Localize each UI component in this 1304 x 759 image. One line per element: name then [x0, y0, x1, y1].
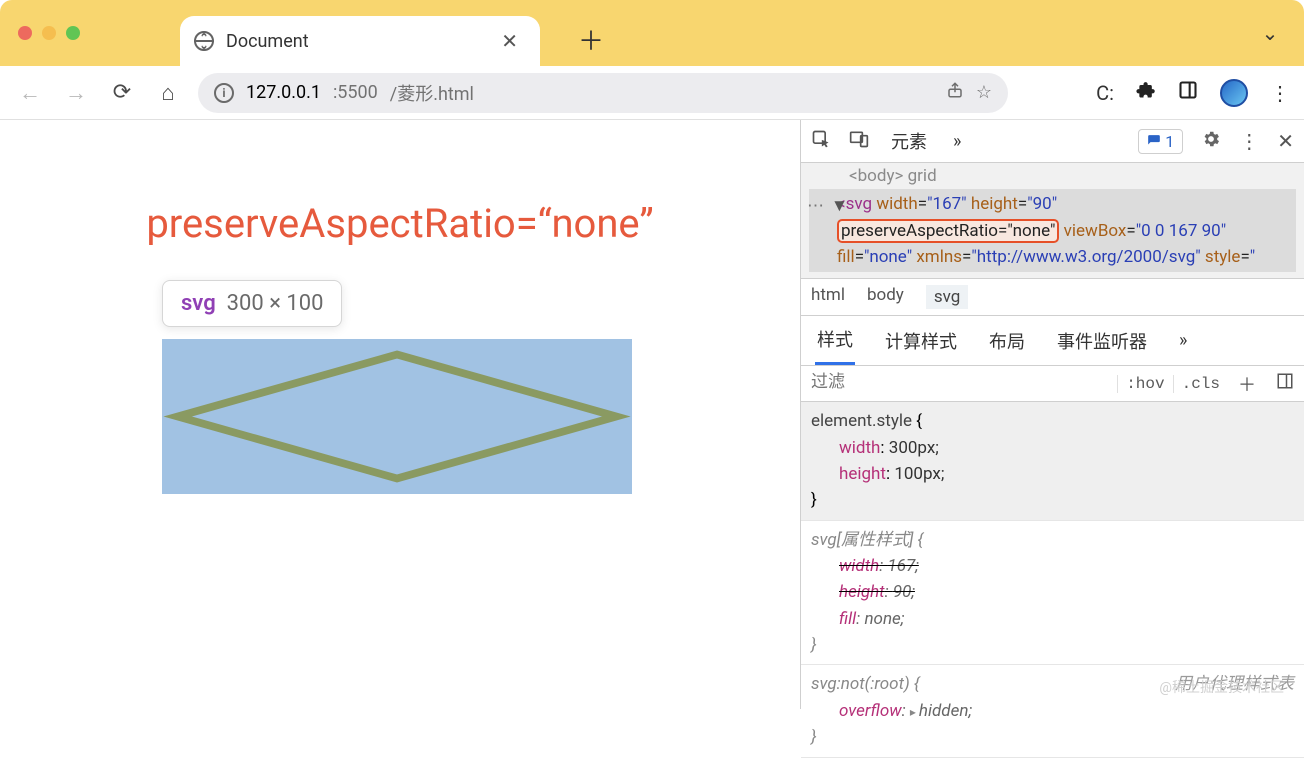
hov-toggle[interactable]: :hov — [1117, 375, 1172, 393]
ellipsis-icon[interactable]: ⋯ — [807, 193, 824, 219]
tab-elements[interactable]: 元素 — [887, 120, 931, 162]
new-tab-button[interactable]: ＋ — [578, 21, 604, 58]
issues-badge[interactable]: 1 — [1138, 129, 1183, 154]
side-panel-icon[interactable] — [1178, 80, 1198, 105]
minimize-window-dot[interactable] — [42, 26, 56, 40]
element-inspect-tooltip: svg 300 × 100 — [162, 280, 342, 327]
tooltip-dimensions: 300 × 100 — [227, 291, 324, 316]
cls-toggle[interactable]: .cls — [1173, 375, 1228, 393]
subtab-styles[interactable]: 样式 — [815, 316, 855, 365]
traffic-lights — [18, 26, 80, 40]
close-tab-icon[interactable]: ✕ — [493, 25, 526, 57]
extensions-puzzle-icon[interactable] — [1136, 80, 1156, 105]
browser-toolbar: ← → ⟳ ⌂ i 127.0.0.1 :5500/菱形.html ☆ C: ⋮ — [0, 66, 1304, 120]
styles-filter-input[interactable] — [801, 366, 1117, 401]
kebab-menu-icon[interactable]: ⋮ — [1270, 81, 1290, 105]
extension-c-icon[interactable]: C: — [1096, 81, 1114, 105]
devtools-topbar: 元素 » 1 ⋮ ✕ — [801, 120, 1304, 163]
url-path: /菱形.html — [390, 80, 474, 106]
tooltip-tagname: svg — [181, 291, 216, 316]
demo-headline: preserveAspectRatio=“none” — [0, 200, 800, 247]
devtools-close-icon[interactable]: ✕ — [1277, 129, 1294, 153]
tabs-overflow-chevron-icon[interactable]: ⌄ — [1246, 21, 1294, 45]
browser-tab[interactable]: Document ✕ — [180, 16, 540, 66]
subtab-computed[interactable]: 计算样式 — [883, 318, 959, 364]
caret-down-icon[interactable]: ▼ — [831, 193, 848, 219]
reload-button[interactable]: ⟳ — [106, 77, 138, 109]
bc-svg[interactable]: svg — [926, 285, 968, 309]
inspect-element-icon[interactable] — [811, 129, 831, 154]
bookmark-star-icon[interactable]: ☆ — [976, 82, 992, 103]
subtab-layout[interactable]: 布局 — [987, 318, 1027, 364]
forward-button[interactable]: → — [60, 77, 92, 109]
rule-element-style[interactable]: element.style { width: 300px; height: 10… — [801, 402, 1304, 520]
back-button[interactable]: ← — [14, 77, 46, 109]
rendered-page: preserveAspectRatio=“none” svg 300 × 100 — [0, 120, 800, 709]
dom-tree[interactable]: <body> grid ⋯ ▼ <svg width="167" height=… — [801, 163, 1304, 278]
site-info-icon[interactable]: i — [214, 83, 234, 103]
rule-svg-not-root[interactable]: 用户代理样式表 svg:not(:root) { overflow: ▸ hid… — [801, 665, 1304, 757]
bc-html[interactable]: html — [811, 285, 845, 309]
settings-gear-icon[interactable] — [1201, 129, 1221, 154]
css-rules: element.style { width: 300px; height: 10… — [801, 402, 1304, 757]
globe-icon — [194, 31, 214, 51]
demo-svg-rhombus[interactable] — [162, 339, 632, 494]
home-button[interactable]: ⌂ — [152, 77, 184, 109]
share-icon[interactable] — [946, 81, 964, 104]
address-bar[interactable]: i 127.0.0.1 :5500/菱形.html ☆ — [198, 73, 1008, 113]
highlighted-attr: preserveAspectRatio="none" — [837, 219, 1059, 243]
new-rule-plus-icon[interactable]: ＋ — [1228, 371, 1266, 397]
devtools-panel: 元素 » 1 ⋮ ✕ <body> grid ⋯ ▼ <svg width="1… — [800, 120, 1304, 709]
rule-svg-attribute-style[interactable]: svg[属性样式] { width: 167; height: 90; fill… — [801, 521, 1304, 666]
subtab-listeners[interactable]: 事件监听器 — [1055, 318, 1149, 364]
url-port: :5500 — [333, 82, 378, 103]
tabs-more-icon[interactable]: » — [949, 123, 965, 160]
subtab-more-icon[interactable]: » — [1177, 320, 1189, 361]
window-titlebar: Document ✕ ＋ ⌄ — [0, 0, 1304, 66]
styles-subtabs: 样式 计算样式 布局 事件监听器 » — [801, 316, 1304, 366]
profile-avatar[interactable] — [1220, 79, 1248, 107]
close-window-dot[interactable] — [18, 26, 32, 40]
maximize-window-dot[interactable] — [66, 26, 80, 40]
device-toggle-icon[interactable] — [849, 129, 869, 154]
panel-layout-icon[interactable] — [1266, 372, 1304, 395]
rule-source: 用户代理样式表 — [1175, 671, 1294, 697]
dom-breadcrumb: html body svg — [801, 278, 1304, 316]
bc-body[interactable]: body — [867, 285, 904, 309]
styles-filter-bar: :hov .cls ＋ — [801, 366, 1304, 402]
devtools-kebab-icon[interactable]: ⋮ — [1239, 129, 1259, 153]
tab-title: Document — [226, 31, 309, 52]
selected-dom-node[interactable]: <svg width="167" height="90" preserveAsp… — [809, 189, 1296, 272]
url-host: 127.0.0.1 — [246, 82, 321, 103]
